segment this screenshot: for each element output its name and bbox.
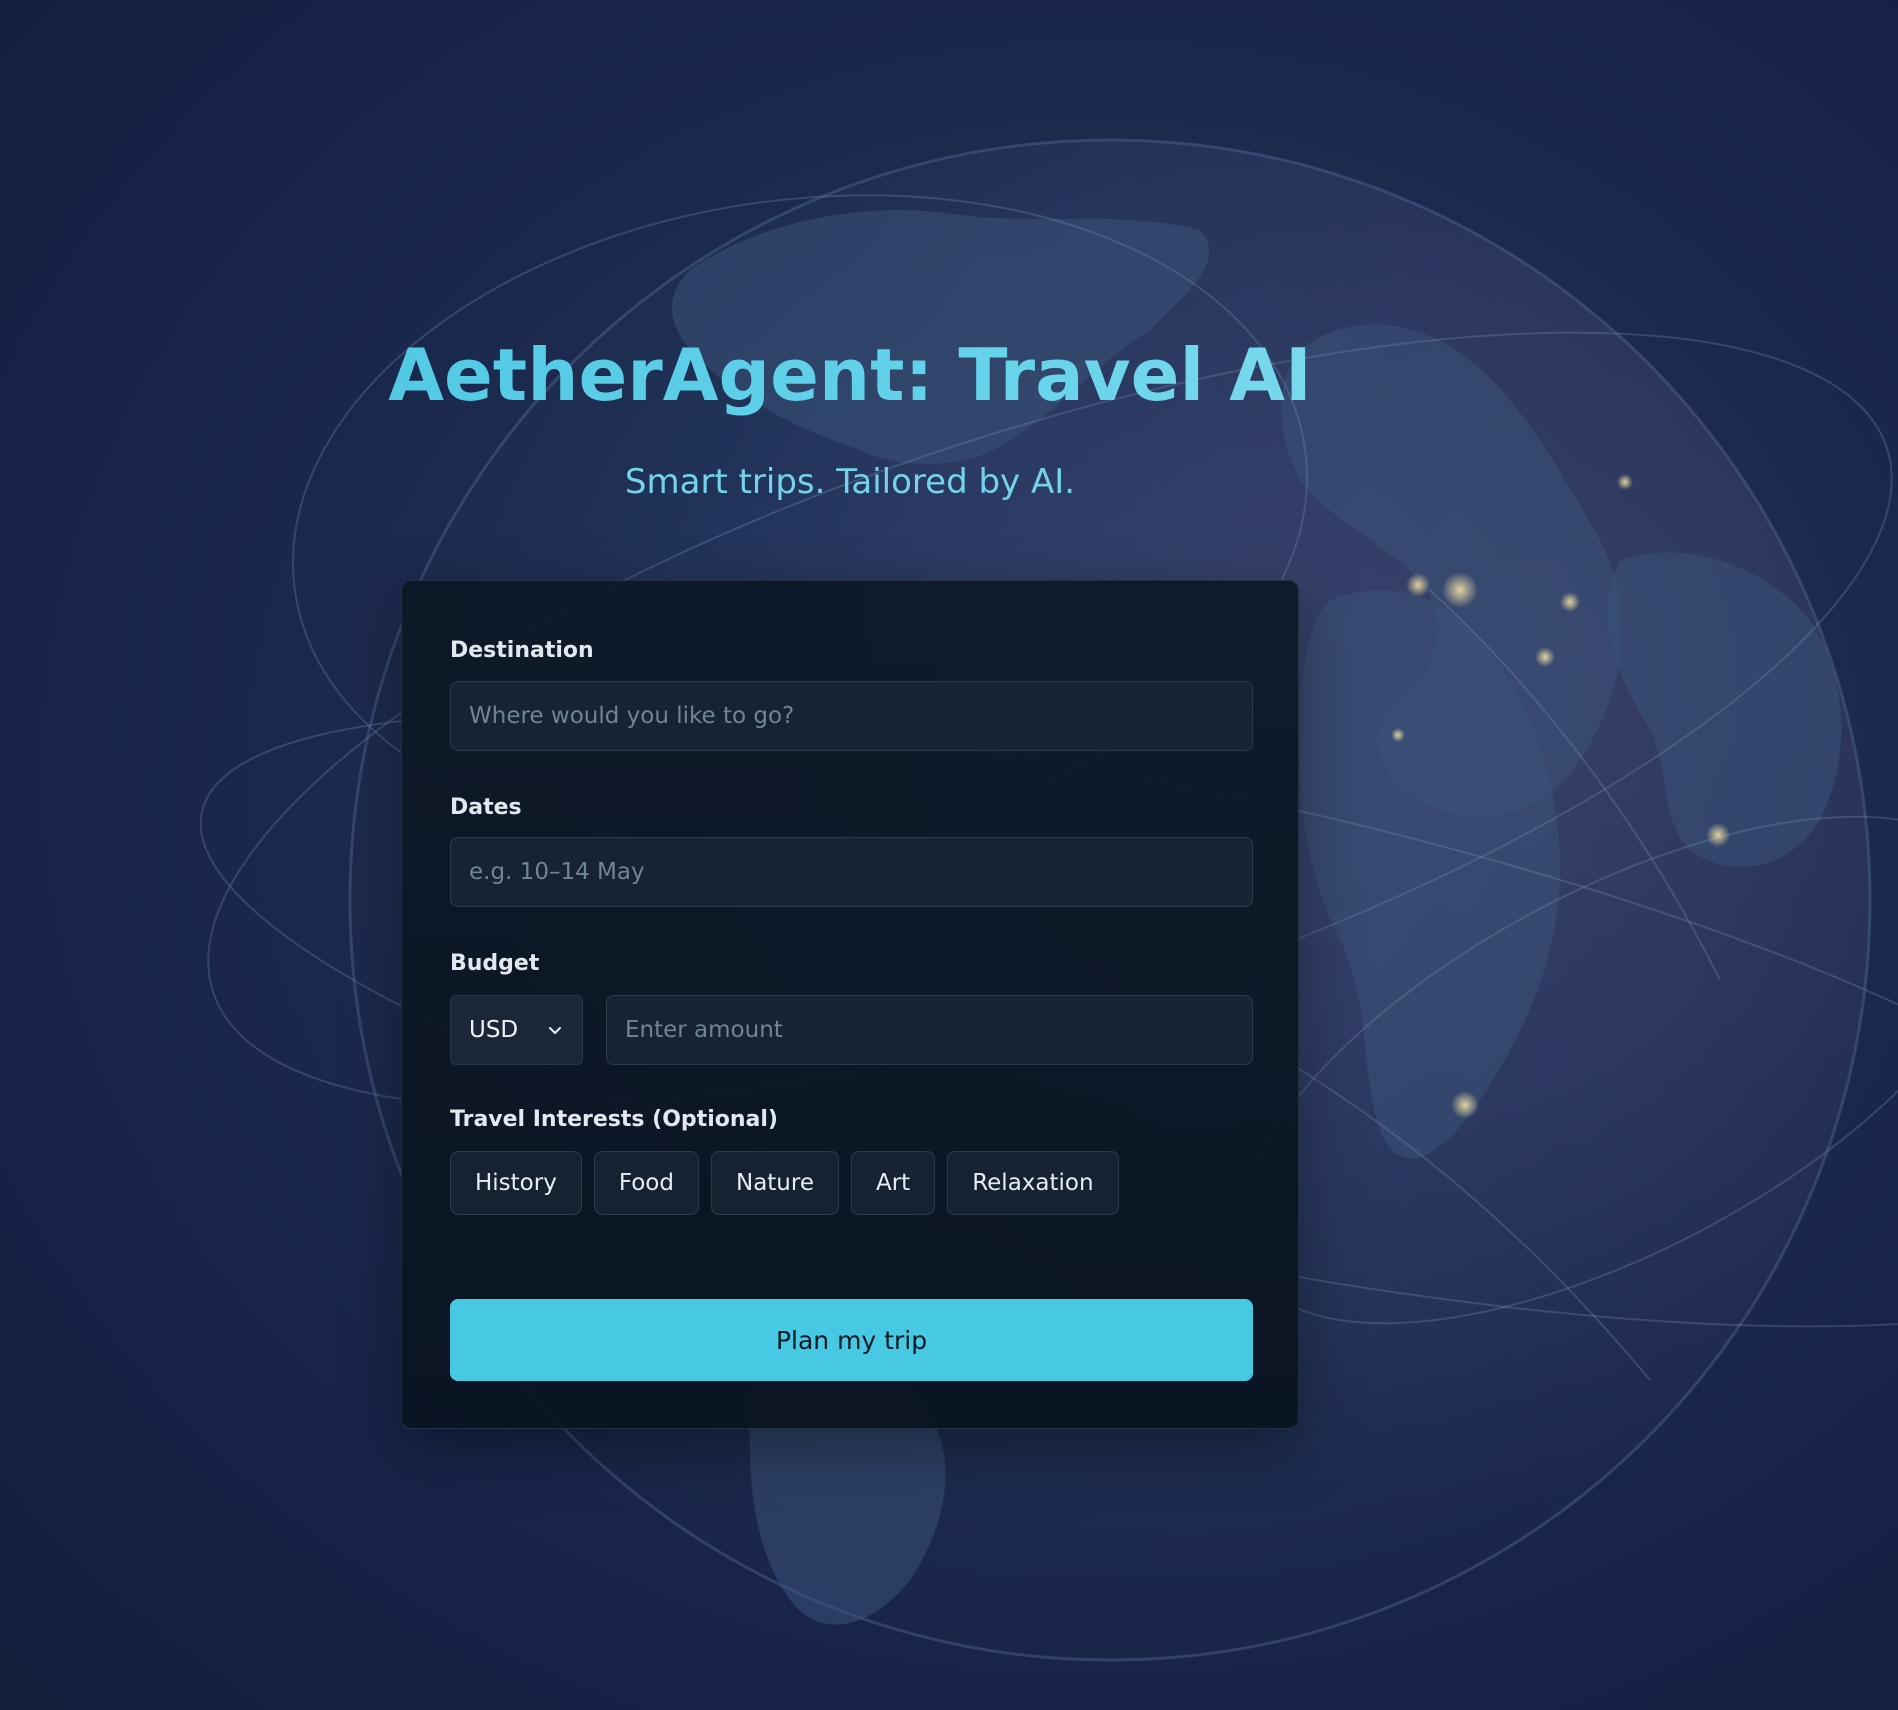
chevron-down-icon <box>549 1027 561 1034</box>
interest-chip-nature[interactable]: Nature <box>710 1151 839 1215</box>
dates-input[interactable] <box>450 837 1253 907</box>
interest-chip-food[interactable]: Food <box>593 1151 699 1215</box>
page-subtitle: Smart trips. Tailored by AI. <box>624 462 1076 502</box>
currency-value: USD <box>469 1017 519 1043</box>
interests-label: Travel Interests (Optional) <box>450 1107 778 1132</box>
plan-trip-button[interactable]: Plan my trip <box>450 1299 1253 1381</box>
budget-label: Budget <box>450 951 540 976</box>
page-title: AetherAgent: Travel AI <box>0 330 1700 420</box>
trip-form-card: Destination Dates Budget USD Travel Inte… <box>401 580 1299 1429</box>
budget-amount-input[interactable] <box>606 995 1253 1065</box>
destination-label: Destination <box>450 638 594 663</box>
interest-chip-art[interactable]: Art <box>850 1151 936 1215</box>
interest-chip-history[interactable]: History <box>450 1151 582 1215</box>
interest-chips: History Food Nature Art Relaxation <box>450 1151 1119 1215</box>
interest-chip-relaxation[interactable]: Relaxation <box>947 1151 1119 1215</box>
destination-input[interactable] <box>450 681 1253 751</box>
currency-select[interactable]: USD <box>450 995 583 1065</box>
dates-label: Dates <box>450 795 522 820</box>
city-lights <box>1391 474 1730 1119</box>
